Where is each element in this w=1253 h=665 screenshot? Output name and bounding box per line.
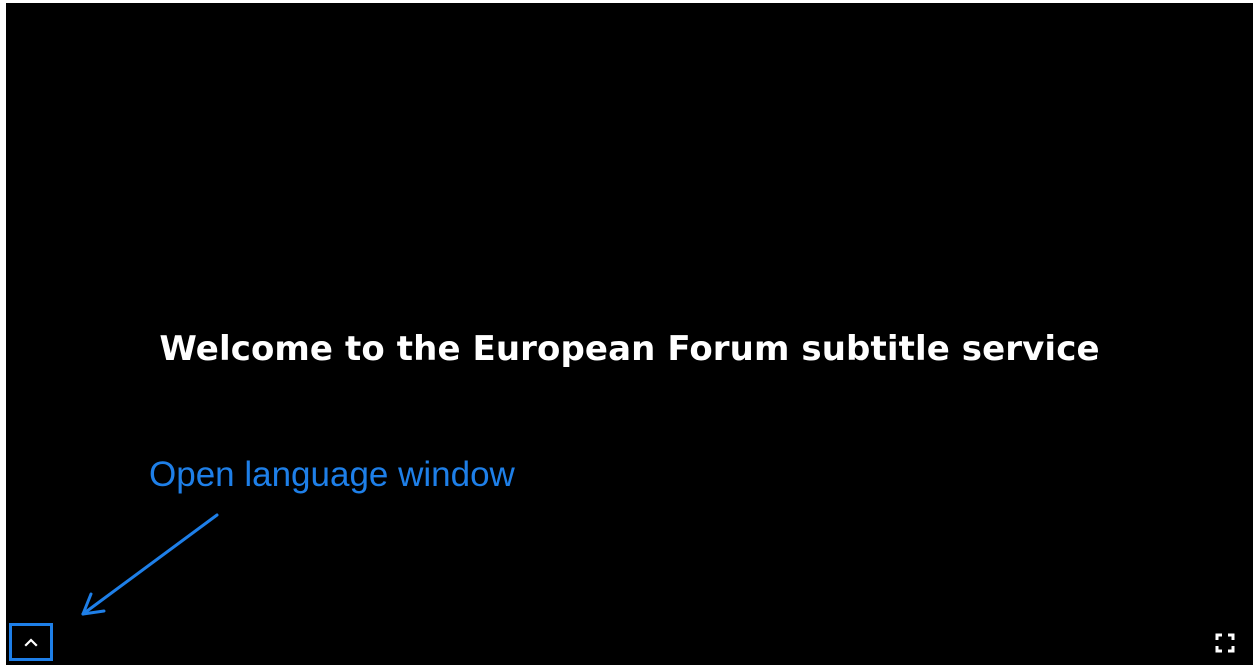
subtitle-player: Welcome to the European Forum subtitle s… bbox=[6, 3, 1253, 665]
chevron-up-icon bbox=[24, 638, 38, 647]
subtitle-text: Welcome to the European Forum subtitle s… bbox=[159, 329, 1100, 369]
fullscreen-button[interactable] bbox=[1214, 632, 1236, 654]
open-language-window-button[interactable] bbox=[9, 623, 53, 661]
annotation-label: Open language window bbox=[149, 455, 515, 494]
fullscreen-icon bbox=[1215, 633, 1235, 653]
